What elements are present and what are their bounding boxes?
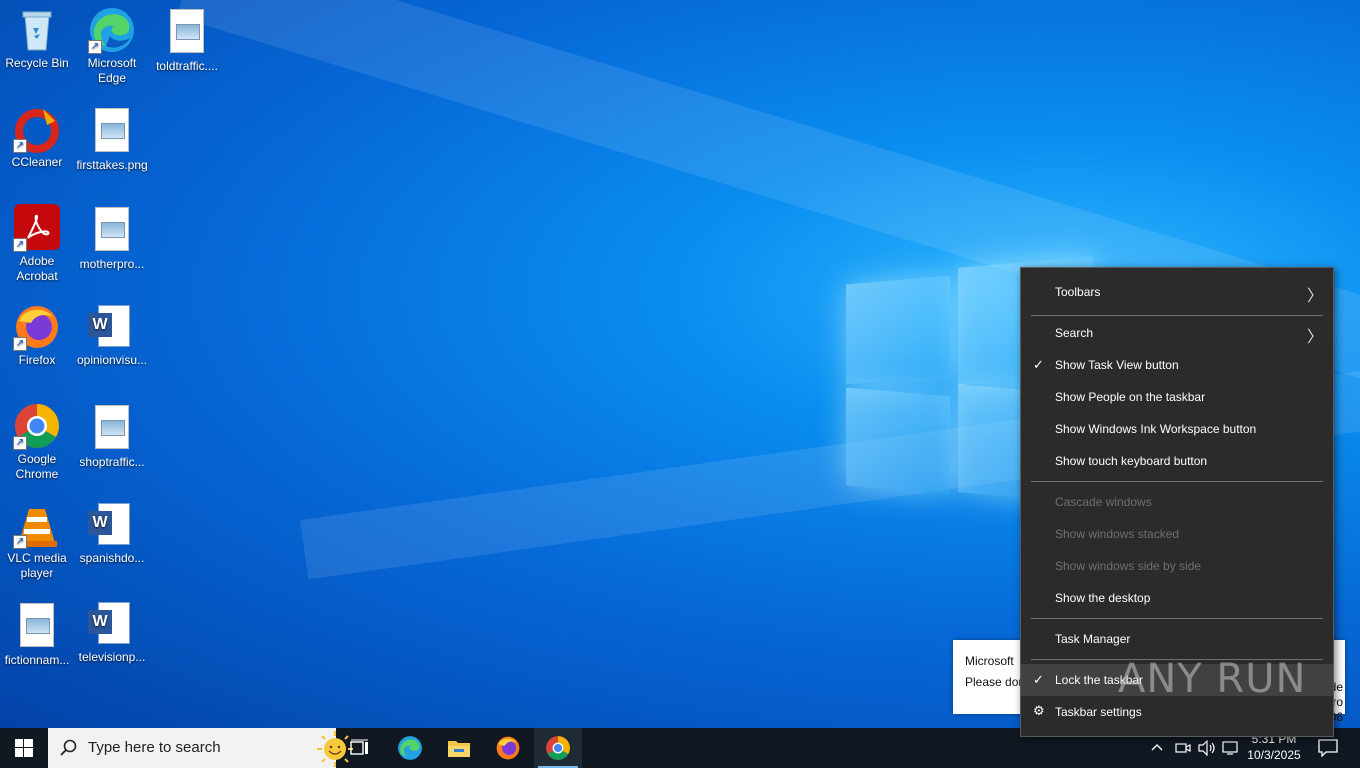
icon-label: VLC media player [7, 551, 67, 580]
windows-start-icon [15, 739, 33, 757]
desktop-icon-firefox[interactable]: ↗ Firefox [0, 303, 74, 368]
search-placeholder: Type here to search [88, 739, 221, 756]
toast-title: Microsoft [965, 654, 1014, 668]
notification-icon [1318, 739, 1338, 758]
menu-item-show-windows-side-by-side: Show windows side by side [1055, 559, 1202, 573]
volume-button[interactable] [1198, 739, 1216, 761]
desktop-icon-adobe-acrobat[interactable]: ↗ Adobe Acrobat [0, 204, 74, 284]
checkmark-icon: ✓ [1033, 672, 1044, 687]
toast-body: Please dor [965, 675, 1023, 689]
edge-icon [398, 736, 422, 760]
task-view-button[interactable] [336, 728, 384, 768]
taskbar-chrome[interactable] [534, 728, 582, 768]
taskbar-search-box[interactable]: Type here to search [48, 728, 353, 768]
action-center-button[interactable] [1318, 739, 1338, 762]
icon-label: televisionp... [78, 650, 146, 664]
clock-date: 10/3/2025 [1247, 748, 1301, 762]
icon-label: Microsoft Edge [87, 56, 137, 85]
icon-label: Google Chrome [15, 452, 59, 481]
icon-label: opinionvisu... [76, 353, 148, 367]
icon-label: Adobe Acrobat [16, 254, 58, 283]
recycle-bin-icon [13, 6, 61, 54]
taskbar-edge[interactable] [386, 728, 434, 768]
icon-label: spanishdo... [79, 551, 145, 565]
desktop-icon-televisionp[interactable]: W televisionp... [75, 600, 149, 665]
chevron-right-icon: 〉 [1306, 329, 1323, 346]
desktop-icon-firsttakes[interactable]: firsttakes.png [75, 105, 149, 173]
image-file-icon [88, 207, 136, 255]
meet-now-button[interactable] [1175, 740, 1191, 761]
image-file-icon [88, 405, 136, 453]
chevron-up-icon [1151, 744, 1163, 751]
image-file-icon [88, 108, 136, 156]
menu-item-show-task-view[interactable]: ✓ Show Task View button [1021, 349, 1333, 381]
menu-item-show-windows-stacked: Show windows stacked [1055, 527, 1180, 541]
network-icon [1222, 741, 1238, 755]
icon-label: fictionnam... [4, 653, 70, 667]
desktop-icon-fictionnam[interactable]: fictionnam... [0, 600, 74, 668]
image-file-icon [163, 9, 211, 57]
desktop-icon-recycle-bin[interactable]: Recycle Bin [0, 6, 74, 71]
network-button[interactable] [1222, 740, 1240, 761]
anyrun-watermark: ANY RUN [1118, 656, 1307, 702]
menu-item-show-the-desktop[interactable]: Show the desktop [1021, 582, 1333, 614]
edge-icon: ↗ [88, 6, 136, 54]
icon-label: toldtraffic.... [156, 59, 218, 73]
icon-label: shoptraffic... [79, 455, 145, 469]
icon-label: CCleaner [11, 155, 63, 169]
icon-label: Recycle Bin [5, 56, 69, 70]
ccleaner-icon: ↗ [13, 105, 61, 153]
chrome-icon [546, 736, 570, 760]
menu-item-cascade-windows: Cascade windows [1055, 495, 1152, 509]
menu-item-search[interactable]: Search 〉 [1021, 317, 1333, 349]
menu-item-show-ink-workspace[interactable]: Show Windows Ink Workspace button [1021, 413, 1333, 445]
menu-separator [1031, 618, 1323, 619]
desktop-icon-motherpro[interactable]: motherpro... [75, 204, 149, 272]
word-doc-icon: W [88, 600, 136, 648]
desktop-icon-ccleaner[interactable]: ↗ CCleaner [0, 105, 74, 170]
vlc-icon: ↗ [13, 501, 61, 549]
desktop-icon-vlc[interactable]: ↗ VLC media player [0, 501, 74, 581]
gear-icon: ⚙ [1033, 703, 1045, 718]
menu-separator [1031, 315, 1323, 316]
start-button[interactable] [0, 728, 48, 768]
desktop-icon-opinionvisu[interactable]: W opinionvisu... [75, 303, 149, 368]
chevron-right-icon: 〉 [1306, 288, 1323, 305]
taskbar-file-explorer[interactable] [435, 728, 483, 768]
show-hidden-icons-button[interactable] [1150, 739, 1164, 760]
checkmark-icon: ✓ [1033, 357, 1044, 372]
icon-label: firsttakes.png [76, 158, 148, 172]
desktop-icon-google-chrome[interactable]: ↗ Google Chrome [0, 402, 74, 482]
icon-label: motherpro... [79, 257, 145, 271]
firefox-icon: ↗ [13, 303, 61, 351]
search-icon [60, 739, 77, 756]
acrobat-icon: ↗ [13, 204, 61, 252]
desktop-icon-shoptraffic[interactable]: shoptraffic... [75, 402, 149, 470]
camera-icon [1175, 743, 1191, 753]
image-file-icon [13, 603, 61, 651]
chrome-icon: ↗ [13, 402, 61, 450]
taskbar-firefox[interactable] [484, 728, 532, 768]
word-doc-icon: W [88, 501, 136, 549]
menu-item-task-manager[interactable]: Task Manager [1021, 623, 1333, 655]
task-view-icon [350, 739, 368, 755]
firefox-icon [496, 736, 520, 760]
menu-item-show-touch-keyboard[interactable]: Show touch keyboard button [1021, 445, 1333, 477]
speaker-icon [1198, 739, 1215, 757]
icon-label: Firefox [18, 353, 56, 367]
word-doc-icon: W [88, 303, 136, 351]
desktop-icon-microsoft-edge[interactable]: ↗ Microsoft Edge [75, 6, 149, 86]
menu-separator [1031, 481, 1323, 482]
menu-item-show-people[interactable]: Show People on the taskbar [1021, 381, 1333, 413]
desktop-icon-toldtraffic[interactable]: toldtraffic.... [150, 6, 224, 74]
desktop-icon-spanishdo[interactable]: W spanishdo... [75, 501, 149, 566]
file-explorer-icon [448, 741, 470, 757]
menu-item-toolbars[interactable]: Toolbars 〉 [1021, 276, 1333, 308]
